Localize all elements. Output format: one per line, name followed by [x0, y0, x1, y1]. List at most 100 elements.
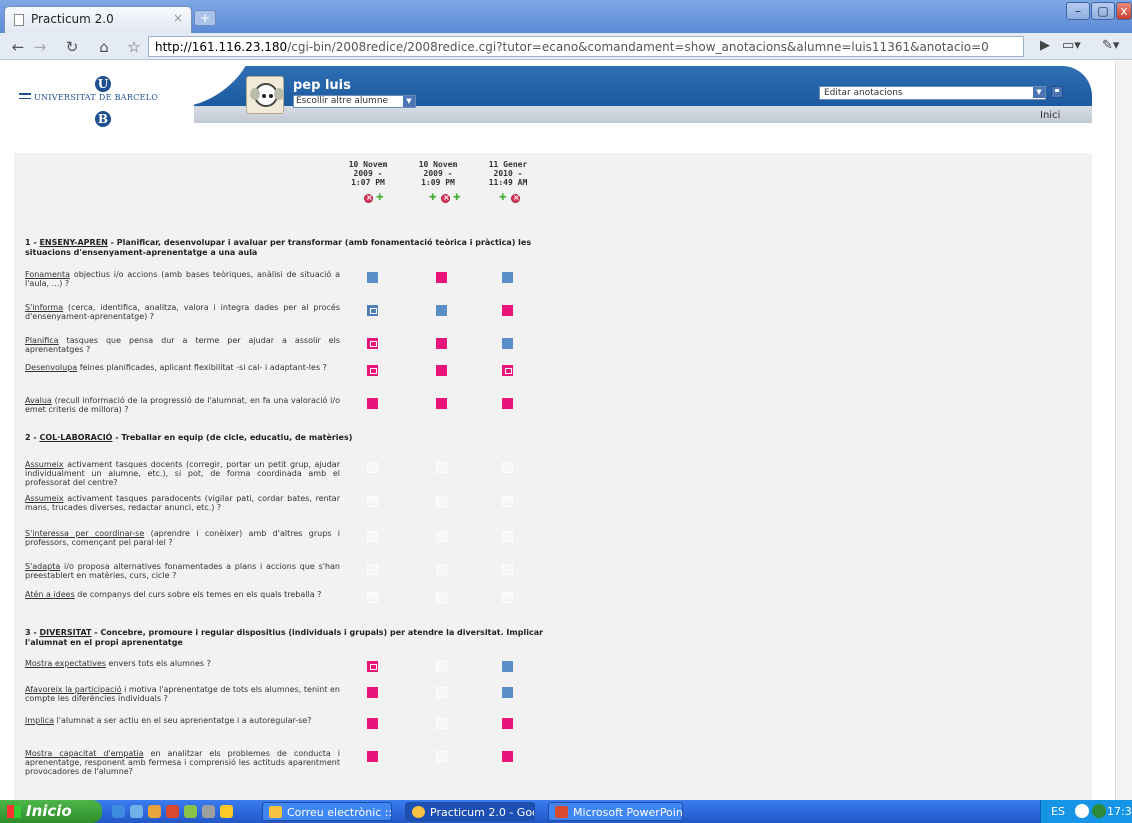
rating-cell[interactable] [502, 305, 513, 316]
mode-select[interactable]: Editar anotacions ▼ [819, 86, 1046, 100]
address-bar[interactable]: http://161.116.23.180/cgi-bin/2008redice… [148, 36, 1024, 57]
folder-icon[interactable] [184, 805, 197, 818]
criterion-link[interactable]: Mostra capacitat d'empatia [25, 749, 144, 758]
bookmark-star-icon[interactable]: ☆ [124, 37, 144, 57]
criterion-link[interactable]: Afavoreix la participació [25, 685, 122, 694]
save-icon[interactable] [1051, 86, 1063, 98]
criterion-link[interactable]: Implica [25, 716, 54, 725]
rating-cell[interactable] [502, 661, 513, 672]
network-icon[interactable] [1075, 804, 1089, 818]
criterion-link[interactable]: Assumeix [25, 460, 64, 469]
rating-cell[interactable] [502, 272, 513, 283]
rating-cell[interactable] [436, 398, 447, 409]
rating-cell[interactable] [367, 462, 378, 473]
rating-cell[interactable] [367, 531, 378, 542]
criterion-link[interactable]: Mostra expectatives [25, 659, 106, 668]
forward-icon[interactable]: → [30, 37, 50, 57]
rating-cell[interactable] [367, 751, 378, 762]
rating-cell[interactable] [436, 687, 447, 698]
move-arrow-icon[interactable]: ✚ [376, 194, 384, 203]
page-menu-icon[interactable]: ▭▾ [1062, 38, 1081, 53]
rating-cell[interactable] [436, 751, 447, 762]
tab-close-icon[interactable]: × [173, 11, 183, 25]
delete-icon[interactable] [441, 193, 450, 203]
criterion-link[interactable]: Planifica [25, 336, 59, 345]
criterion-link[interactable]: Assumeix [25, 494, 64, 503]
rating-cell[interactable] [436, 592, 447, 603]
home-icon[interactable]: ⌂ [94, 37, 114, 57]
rating-cell[interactable] [502, 718, 513, 729]
rating-cell[interactable] [367, 687, 378, 698]
go-icon[interactable]: ▶ [1040, 38, 1050, 53]
rating-cell[interactable] [502, 531, 513, 542]
browser-tab[interactable]: Practicum 2.0 × [4, 6, 192, 33]
rating-cell[interactable] [367, 365, 378, 376]
desktop-icon[interactable] [130, 805, 143, 818]
rating-cell[interactable] [367, 305, 378, 316]
minimize-button[interactable]: – [1066, 2, 1090, 20]
rating-cell[interactable] [436, 338, 447, 349]
rating-cell[interactable] [367, 496, 378, 507]
rating-cell[interactable] [502, 462, 513, 473]
criterion-link[interactable]: Atén a idees [25, 590, 75, 599]
media-icon[interactable] [148, 805, 161, 818]
close-window-button[interactable]: x [1116, 2, 1132, 20]
back-icon[interactable]: ← [8, 37, 28, 57]
rating-cell[interactable] [436, 365, 447, 376]
vertical-scrollbar[interactable] [1115, 61, 1132, 800]
antivirus-icon[interactable] [1092, 804, 1106, 818]
rating-cell[interactable] [502, 564, 513, 575]
delete-icon[interactable] [364, 193, 373, 203]
quicklaunch-icon[interactable] [220, 805, 233, 818]
taskbar-task-mail[interactable]: Correu electrònic :: S... [262, 802, 392, 821]
start-button[interactable]: Inicio [0, 800, 102, 823]
rating-cell[interactable] [436, 496, 447, 507]
quicklaunch-icon[interactable] [202, 805, 215, 818]
chevron-down-icon[interactable]: ▼ [403, 96, 415, 107]
rating-cell[interactable] [367, 661, 378, 672]
criterion-link[interactable]: Desenvolupa [25, 363, 77, 372]
rating-cell[interactable] [367, 338, 378, 349]
rating-cell[interactable] [502, 496, 513, 507]
ie-icon[interactable] [112, 805, 125, 818]
rating-cell[interactable] [436, 718, 447, 729]
move-arrow-icon[interactable]: ✚ [453, 194, 461, 203]
rating-cell[interactable] [367, 564, 378, 575]
rating-cell[interactable] [436, 661, 447, 672]
language-indicator[interactable]: ES [1051, 805, 1065, 818]
rating-cell[interactable] [436, 531, 447, 542]
new-tab-button[interactable]: + [194, 10, 216, 26]
taskbar-task-browser[interactable]: Practicum 2.0 - Googl... [405, 802, 535, 821]
rating-cell[interactable] [367, 272, 378, 283]
home-link[interactable]: Inici [1040, 110, 1060, 121]
criterion-link[interactable]: Fonamenta [25, 270, 70, 279]
rating-cell[interactable] [436, 462, 447, 473]
rating-cell[interactable] [502, 365, 513, 376]
rating-cell[interactable] [502, 338, 513, 349]
criterion-link[interactable]: Avalua [25, 396, 52, 405]
move-arrow-icon[interactable]: ✚ [499, 194, 507, 203]
student-select[interactable]: Escollir altre alumne ▼ [293, 95, 416, 108]
criterion-link[interactable]: S'interessa per coordinar-se [25, 529, 144, 538]
criterion-link[interactable]: S'adapta [25, 562, 60, 571]
rating-cell[interactable] [436, 305, 447, 316]
maximize-button[interactable]: ▢ [1091, 2, 1115, 20]
criterion-link[interactable]: S'informa [25, 303, 63, 312]
rating-cell[interactable] [367, 398, 378, 409]
rating-cell[interactable] [367, 592, 378, 603]
rating-cell[interactable] [436, 564, 447, 575]
chevron-down-icon[interactable]: ▼ [1033, 87, 1045, 98]
rating-cell[interactable] [502, 687, 513, 698]
taskbar-task-powerpoint[interactable]: Microsoft PowerPoint ... [548, 802, 683, 821]
reload-icon[interactable]: ↻ [62, 37, 82, 57]
rating-cell[interactable] [502, 751, 513, 762]
rating-cell[interactable] [502, 398, 513, 409]
wrench-menu-icon[interactable]: ✎▾ [1102, 38, 1119, 53]
move-arrow-icon[interactable]: ✚ [429, 194, 437, 203]
ub-logo-b-icon: B [95, 111, 111, 127]
rating-cell[interactable] [367, 718, 378, 729]
rating-cell[interactable] [436, 272, 447, 283]
delete-icon[interactable] [511, 193, 520, 203]
rating-cell[interactable] [502, 592, 513, 603]
chrome-icon[interactable] [166, 805, 179, 818]
